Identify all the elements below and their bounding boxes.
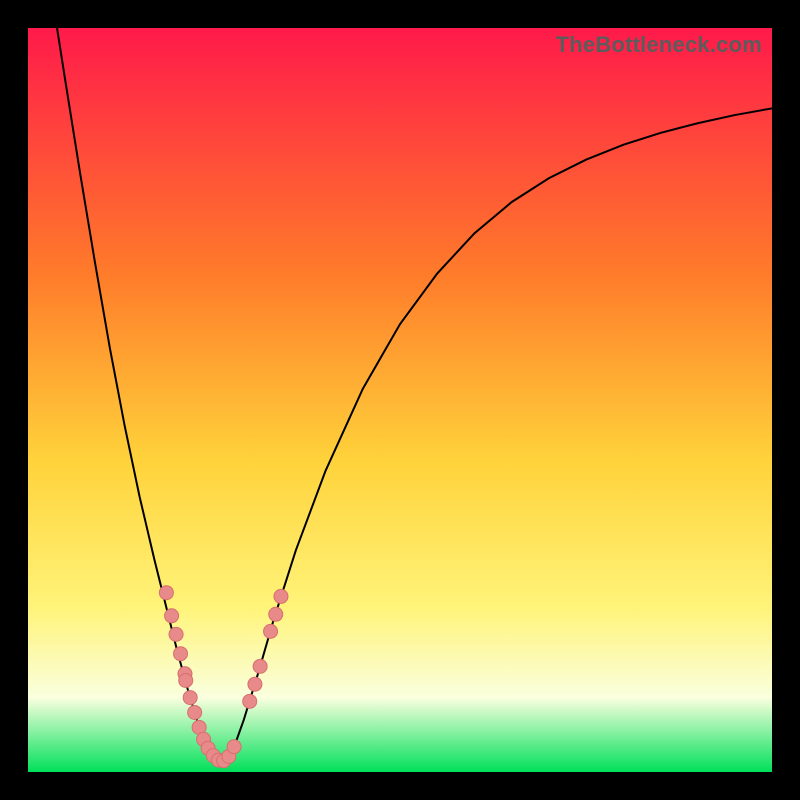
chart-svg <box>28 28 772 772</box>
watermark-text: TheBottleneck.com <box>556 32 762 58</box>
data-marker <box>188 705 202 719</box>
data-marker <box>174 647 188 661</box>
data-markers <box>159 586 288 768</box>
data-marker <box>227 740 241 754</box>
data-marker <box>165 609 179 623</box>
data-marker <box>269 607 283 621</box>
data-marker <box>243 694 257 708</box>
data-marker <box>248 677 262 691</box>
plot-area: TheBottleneck.com <box>28 28 772 772</box>
data-marker <box>264 624 278 638</box>
bottleneck-curve <box>57 28 772 762</box>
data-marker <box>159 586 173 600</box>
data-marker <box>183 691 197 705</box>
chart-frame: TheBottleneck.com <box>0 0 800 800</box>
data-marker <box>169 627 183 641</box>
data-marker <box>274 589 288 603</box>
data-marker <box>179 673 193 687</box>
data-marker <box>253 659 267 673</box>
